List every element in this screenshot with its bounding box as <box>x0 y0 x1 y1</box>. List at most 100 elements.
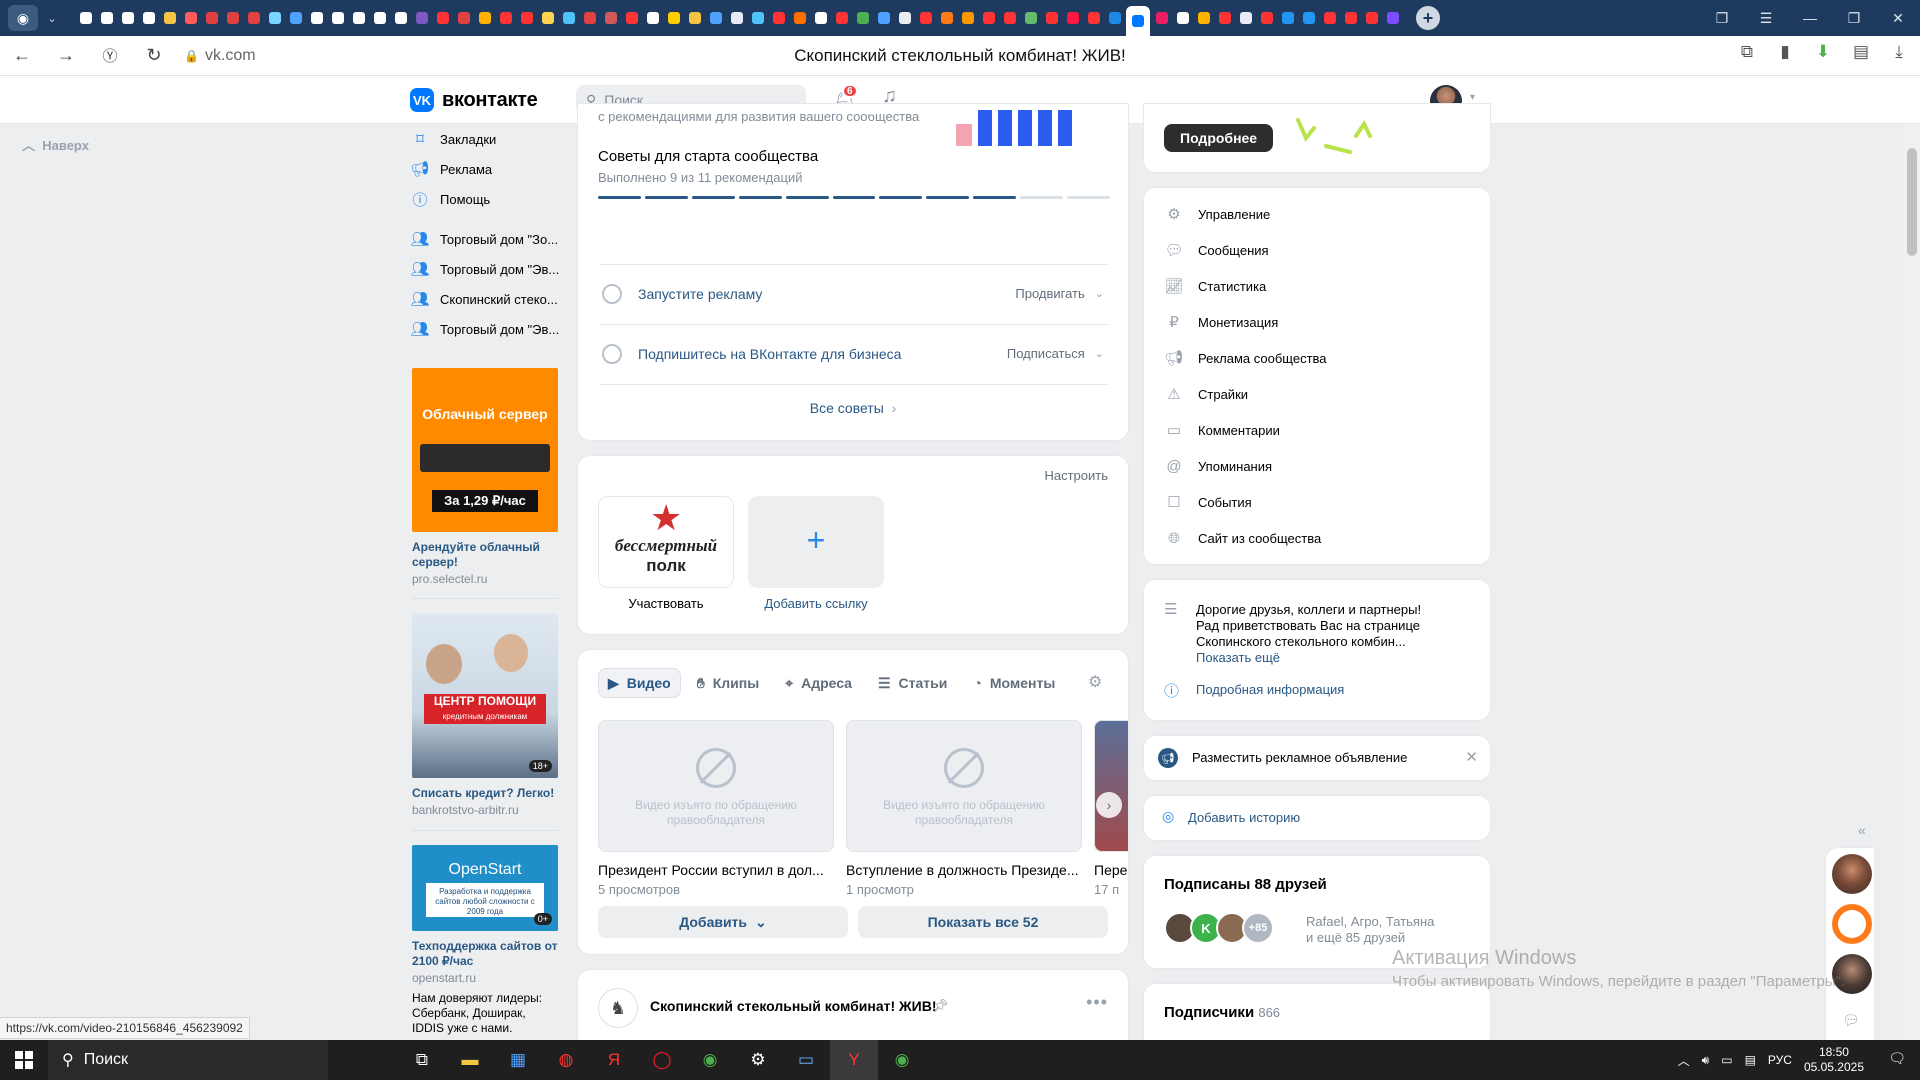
tab-video[interactable]: ▶ Видео <box>598 668 681 698</box>
tab-favicon[interactable] <box>202 9 221 28</box>
tab-articles[interactable]: ☰ Статьи <box>868 668 957 698</box>
tab-favicon[interactable] <box>895 9 914 28</box>
tab-favicon[interactable] <box>1042 9 1061 28</box>
tab-favicon[interactable] <box>1021 9 1040 28</box>
tab-favicon[interactable] <box>685 9 704 28</box>
ad-title[interactable]: Арендуйте облачный сервер! <box>412 540 558 570</box>
tab-clips[interactable]: ✋︎ Клипы <box>687 668 769 698</box>
tab-favicon[interactable] <box>790 9 809 28</box>
tab-favicon[interactable] <box>1362 9 1381 28</box>
all-tips-link[interactable]: Все советы › <box>578 400 1128 416</box>
url-field[interactable]: 🔒 vk.com <box>184 47 256 65</box>
action-center-icon[interactable]: 🗨︎ <box>1888 1050 1906 1067</box>
bookmark-icon[interactable]: ▮ <box>1774 42 1796 62</box>
menu-item-comments[interactable]: ▭ Комментарии <box>1164 412 1280 448</box>
tab-favicon[interactable] <box>769 9 788 28</box>
volume-icon[interactable]: 🔊︎ <box>1702 1053 1710 1068</box>
menu-item-management[interactable]: ⚙ Управление <box>1164 196 1270 232</box>
file-explorer-icon[interactable]: ▬ <box>446 1040 494 1080</box>
tab-favicon[interactable] <box>1215 9 1234 28</box>
tab-favicon[interactable] <box>475 9 494 28</box>
menu-item-messages[interactable]: 💬︎ Сообщения <box>1164 232 1268 268</box>
page-scrollbar[interactable] <box>1904 124 1920 1040</box>
start-button[interactable] <box>0 1051 48 1069</box>
close-icon[interactable]: ✕ <box>1465 748 1478 766</box>
collapse-icon[interactable]: « <box>1858 822 1866 838</box>
tab-favicon[interactable] <box>643 9 662 28</box>
menu-item-site[interactable]: 🌐︎ Сайт из сообщества <box>1164 520 1321 556</box>
tab-favicon[interactable] <box>664 9 683 28</box>
chat-avatar[interactable] <box>1832 904 1872 944</box>
tip-action[interactable]: Продвигать <box>1015 286 1084 301</box>
radio-button[interactable] <box>602 343 622 364</box>
chrome-icon[interactable]: ◉ <box>878 1040 926 1080</box>
yandex-browser-icon[interactable]: ◍ <box>542 1040 590 1080</box>
ad-title[interactable]: Техподдержка сайтов от 2100 ₽/час <box>412 939 558 969</box>
chevron-down-icon[interactable]: ⌄ <box>1095 287 1104 300</box>
opera-icon[interactable]: ◯ <box>638 1040 686 1080</box>
ad-placement-link[interactable]: Разместить рекламное объявление <box>1192 750 1407 765</box>
scrollbar-thumb[interactable] <box>1907 148 1917 256</box>
tab-favicon[interactable] <box>1194 9 1213 28</box>
tab-favicon[interactable] <box>286 9 305 28</box>
tab-favicon[interactable] <box>832 9 851 28</box>
tab-moments[interactable]: ◔ Моменты <box>963 668 1065 698</box>
tab-favicon[interactable] <box>160 9 179 28</box>
tab-favicon[interactable] <box>139 9 158 28</box>
forward-button[interactable]: → <box>44 45 88 66</box>
ad-title[interactable]: Списать кредит? Легко! <box>412 786 558 801</box>
tab-favicon[interactable] <box>370 9 389 28</box>
tabs-dropdown-icon[interactable]: ⌄ <box>42 12 62 25</box>
close-window-button[interactable]: ✕ <box>1876 10 1920 27</box>
tab-favicon[interactable] <box>979 9 998 28</box>
chat-avatar[interactable] <box>1832 854 1872 894</box>
more-button[interactable]: Подробнее <box>1164 124 1274 152</box>
language-indicator[interactable]: РУС <box>1768 1053 1792 1067</box>
tab-favicon[interactable] <box>433 9 452 28</box>
clock[interactable]: 18:50 05.05.2025 <box>1804 1045 1864 1075</box>
tab-addresses[interactable]: ⌖ Адреса <box>775 668 862 698</box>
friends-title[interactable]: Подписаны 88 друзей <box>1164 876 1327 893</box>
nav-item-group[interactable]: 👥︎ Торговый дом "Эв... <box>410 254 570 284</box>
tab-favicon[interactable] <box>496 9 515 28</box>
nav-item-group[interactable]: 👥︎ Скопинский стеко... <box>410 284 570 314</box>
back-to-top-link[interactable]: ︿ Наверх <box>22 135 89 154</box>
tip-row-ads[interactable]: Запустите рекламу Продвигать ⌄ <box>600 264 1108 322</box>
tab-favicon[interactable] <box>265 9 284 28</box>
store-icon[interactable]: ▦ <box>494 1040 542 1080</box>
tab-favicon[interactable] <box>916 9 935 28</box>
chevron-down-icon[interactable]: ▾ <box>1470 92 1475 103</box>
tab-favicon[interactable] <box>1084 9 1103 28</box>
chrome-icon[interactable]: ◉ <box>686 1040 734 1080</box>
tab-favicon[interactable] <box>1152 9 1171 28</box>
tab-favicon[interactable] <box>76 9 95 28</box>
bookmarks-icon[interactable]: ❐ <box>1700 10 1744 27</box>
tab-favicon[interactable] <box>559 9 578 28</box>
tab-favicon[interactable] <box>622 9 641 28</box>
chat-icon[interactable]: 💬︎ <box>1842 1012 1860 1029</box>
tab-favicon[interactable] <box>580 9 599 28</box>
tab-favicon[interactable] <box>1278 9 1297 28</box>
community-avatar[interactable]: ♞ <box>598 988 638 1028</box>
tab-favicon[interactable] <box>937 9 956 28</box>
video-title[interactable]: Вступление в должность Президе... <box>846 862 1082 878</box>
settings-icon[interactable]: ⚙ <box>734 1040 782 1080</box>
tab-favicon[interactable] <box>538 9 557 28</box>
tab-favicon[interactable] <box>727 9 746 28</box>
tab-favicon[interactable] <box>349 9 368 28</box>
minimize-button[interactable]: — <box>1788 10 1832 26</box>
tab-favicon[interactable] <box>1383 9 1402 28</box>
tab-favicon[interactable] <box>874 9 893 28</box>
menu-item-community-ads[interactable]: 📢︎ Реклама сообщества <box>1164 340 1326 376</box>
browser-menu-button[interactable]: ◉ <box>8 5 38 31</box>
tab-favicon[interactable] <box>328 9 347 28</box>
tab-favicon[interactable] <box>181 9 200 28</box>
tile-label[interactable]: Добавить ссылку <box>748 596 884 611</box>
show-more-link[interactable]: Показать ещё <box>1196 650 1280 665</box>
nav-item-ads[interactable]: 📢︎ Реклама <box>410 154 570 184</box>
more-friends-badge[interactable]: +85 <box>1242 912 1274 944</box>
menu-item-mentions[interactable]: @ Упоминания <box>1164 448 1272 484</box>
tab-favicon[interactable] <box>244 9 263 28</box>
menu-item-strikes[interactable]: ⚠ Страйки <box>1164 376 1248 412</box>
ad-block[interactable]: OpenStart Разработка и поддержка сайтов … <box>412 845 558 1036</box>
